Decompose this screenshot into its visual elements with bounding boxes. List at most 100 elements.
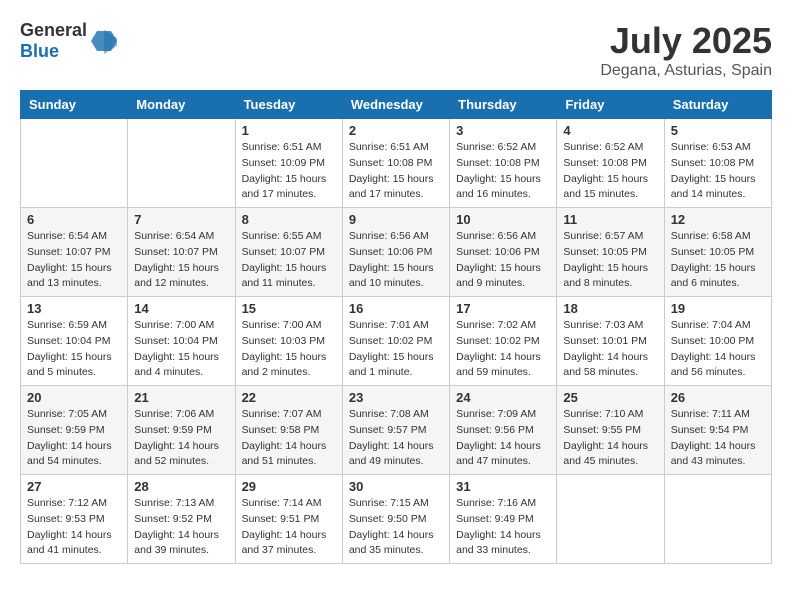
day-number: 11 xyxy=(563,212,657,227)
calendar-cell: 26Sunrise: 7:11 AM Sunset: 9:54 PM Dayli… xyxy=(664,386,771,475)
day-info: Sunrise: 6:51 AM Sunset: 10:08 PM Daylig… xyxy=(349,140,443,203)
day-number: 24 xyxy=(456,390,550,405)
day-number: 3 xyxy=(456,123,550,138)
day-number: 7 xyxy=(134,212,228,227)
day-number: 23 xyxy=(349,390,443,405)
day-number: 2 xyxy=(349,123,443,138)
page-header: General Blue July 2025 Degana, Asturias,… xyxy=(20,20,772,80)
day-number: 14 xyxy=(134,301,228,316)
day-info: Sunrise: 7:15 AM Sunset: 9:50 PM Dayligh… xyxy=(349,496,443,559)
calendar-cell: 6 Sunrise: 6:54 AM Sunset: 10:07 PM Dayli… xyxy=(21,208,128,297)
day-number: 30 xyxy=(349,479,443,494)
location-title: Degana, Asturias, Spain xyxy=(600,62,772,80)
day-info: Sunrise: 7:01 AM Sunset: 10:02 PM Daylig… xyxy=(349,318,443,381)
day-number: 29 xyxy=(242,479,336,494)
calendar-cell: 15Sunrise: 7:00 AM Sunset: 10:03 PM Dayl… xyxy=(235,297,342,386)
calendar-cell xyxy=(128,119,235,208)
calendar-cell xyxy=(664,475,771,564)
calendar-cell xyxy=(21,119,128,208)
day-info: Sunrise: 6:54 AM Sunset: 10:07 PM Daylig… xyxy=(27,229,121,292)
calendar-week-row: 27Sunrise: 7:12 AM Sunset: 9:53 PM Dayli… xyxy=(21,475,772,564)
calendar-cell: 1Sunrise: 6:51 AM Sunset: 10:09 PM Dayli… xyxy=(235,119,342,208)
calendar-week-row: 20Sunrise: 7:05 AM Sunset: 9:59 PM Dayli… xyxy=(21,386,772,475)
day-info: Sunrise: 7:10 AM Sunset: 9:55 PM Dayligh… xyxy=(563,407,657,470)
calendar-cell: 10 Sunrise: 6:56 AM Sunset: 10:06 PM Dayl… xyxy=(450,208,557,297)
calendar-cell xyxy=(557,475,664,564)
calendar-cell: 8Sunrise: 6:55 AM Sunset: 10:07 PM Dayli… xyxy=(235,208,342,297)
calendar-cell: 22 Sunrise: 7:07 AM Sunset: 9:58 PM Dayli… xyxy=(235,386,342,475)
day-number: 22 xyxy=(242,390,336,405)
calendar-cell: 19Sunrise: 7:04 AM Sunset: 10:00 PM Dayl… xyxy=(664,297,771,386)
calendar-cell: 17 Sunrise: 7:02 AM Sunset: 10:02 PM Dayl… xyxy=(450,297,557,386)
day-info: Sunrise: 7:07 AM Sunset: 9:58 PM Dayligh… xyxy=(242,407,336,470)
calendar-cell: 30 Sunrise: 7:15 AM Sunset: 9:50 PM Dayli… xyxy=(342,475,449,564)
month-title: July 2025 xyxy=(600,20,772,62)
day-info: Sunrise: 6:52 AM Sunset: 10:08 PM Daylig… xyxy=(456,140,550,203)
day-number: 17 xyxy=(456,301,550,316)
calendar-cell: 3 Sunrise: 6:52 AM Sunset: 10:08 PM Dayli… xyxy=(450,119,557,208)
day-info: Sunrise: 6:52 AM Sunset: 10:08 PM Daylig… xyxy=(563,140,657,203)
day-info: Sunrise: 7:06 AM Sunset: 9:59 PM Dayligh… xyxy=(134,407,228,470)
calendar-cell: 31 Sunrise: 7:16 AM Sunset: 9:49 PM Dayli… xyxy=(450,475,557,564)
day-number: 12 xyxy=(671,212,765,227)
title-area: July 2025 Degana, Asturias, Spain xyxy=(600,20,772,80)
calendar-cell: 27Sunrise: 7:12 AM Sunset: 9:53 PM Dayli… xyxy=(21,475,128,564)
day-info: Sunrise: 7:14 AM Sunset: 9:51 PM Dayligh… xyxy=(242,496,336,559)
calendar-cell: 25Sunrise: 7:10 AM Sunset: 9:55 PM Dayli… xyxy=(557,386,664,475)
calendar-cell: 24 Sunrise: 7:09 AM Sunset: 9:56 PM Dayli… xyxy=(450,386,557,475)
day-info: Sunrise: 7:08 AM Sunset: 9:57 PM Dayligh… xyxy=(349,407,443,470)
weekday-header: Saturday xyxy=(664,91,771,119)
day-info: Sunrise: 7:16 AM Sunset: 9:49 PM Dayligh… xyxy=(456,496,550,559)
day-number: 28 xyxy=(134,479,228,494)
weekday-header: Monday xyxy=(128,91,235,119)
day-info: Sunrise: 7:09 AM Sunset: 9:56 PM Dayligh… xyxy=(456,407,550,470)
day-number: 31 xyxy=(456,479,550,494)
day-number: 13 xyxy=(27,301,121,316)
day-info: Sunrise: 7:03 AM Sunset: 10:01 PM Daylig… xyxy=(563,318,657,381)
day-number: 18 xyxy=(563,301,657,316)
calendar-cell: 14 Sunrise: 7:00 AM Sunset: 10:04 PM Dayl… xyxy=(128,297,235,386)
calendar-week-row: 13 Sunrise: 6:59 AM Sunset: 10:04 PM Dayl… xyxy=(21,297,772,386)
calendar-cell: 11 Sunrise: 6:57 AM Sunset: 10:05 PM Dayl… xyxy=(557,208,664,297)
day-info: Sunrise: 7:05 AM Sunset: 9:59 PM Dayligh… xyxy=(27,407,121,470)
day-number: 6 xyxy=(27,212,121,227)
calendar-cell: 4 Sunrise: 6:52 AM Sunset: 10:08 PM Dayli… xyxy=(557,119,664,208)
calendar-week-row: 6 Sunrise: 6:54 AM Sunset: 10:07 PM Dayli… xyxy=(21,208,772,297)
day-number: 8 xyxy=(242,212,336,227)
calendar-week-row: 1Sunrise: 6:51 AM Sunset: 10:09 PM Dayli… xyxy=(21,119,772,208)
day-number: 21 xyxy=(134,390,228,405)
weekday-header: Wednesday xyxy=(342,91,449,119)
weekday-header: Friday xyxy=(557,91,664,119)
day-info: Sunrise: 6:53 AM Sunset: 10:08 PM Daylig… xyxy=(671,140,765,203)
day-number: 26 xyxy=(671,390,765,405)
calendar-cell: 20Sunrise: 7:05 AM Sunset: 9:59 PM Dayli… xyxy=(21,386,128,475)
calendar-cell: 9Sunrise: 6:56 AM Sunset: 10:06 PM Dayli… xyxy=(342,208,449,297)
day-number: 4 xyxy=(563,123,657,138)
calendar-cell: 16Sunrise: 7:01 AM Sunset: 10:02 PM Dayl… xyxy=(342,297,449,386)
day-info: Sunrise: 6:58 AM Sunset: 10:05 PM Daylig… xyxy=(671,229,765,292)
logo-blue: Blue xyxy=(20,41,59,61)
day-number: 10 xyxy=(456,212,550,227)
day-number: 5 xyxy=(671,123,765,138)
logo-icon xyxy=(89,26,119,56)
calendar-cell: 13 Sunrise: 6:59 AM Sunset: 10:04 PM Dayl… xyxy=(21,297,128,386)
calendar-cell: 29 Sunrise: 7:14 AM Sunset: 9:51 PM Dayli… xyxy=(235,475,342,564)
day-info: Sunrise: 6:56 AM Sunset: 10:06 PM Daylig… xyxy=(456,229,550,292)
calendar-header-row: SundayMondayTuesdayWednesdayThursdayFrid… xyxy=(21,91,772,119)
day-number: 15 xyxy=(242,301,336,316)
calendar-table: SundayMondayTuesdayWednesdayThursdayFrid… xyxy=(20,90,772,564)
day-info: Sunrise: 7:00 AM Sunset: 10:04 PM Daylig… xyxy=(134,318,228,381)
day-number: 19 xyxy=(671,301,765,316)
calendar-cell: 12 Sunrise: 6:58 AM Sunset: 10:05 PM Dayl… xyxy=(664,208,771,297)
calendar-cell: 2 Sunrise: 6:51 AM Sunset: 10:08 PM Dayli… xyxy=(342,119,449,208)
weekday-header: Thursday xyxy=(450,91,557,119)
day-info: Sunrise: 6:59 AM Sunset: 10:04 PM Daylig… xyxy=(27,318,121,381)
weekday-header: Sunday xyxy=(21,91,128,119)
day-info: Sunrise: 6:57 AM Sunset: 10:05 PM Daylig… xyxy=(563,229,657,292)
calendar-cell: 23 Sunrise: 7:08 AM Sunset: 9:57 PM Dayli… xyxy=(342,386,449,475)
logo-text: General Blue xyxy=(20,20,87,62)
calendar-cell: 5 Sunrise: 6:53 AM Sunset: 10:08 PM Dayli… xyxy=(664,119,771,208)
logo-general: General xyxy=(20,20,87,40)
day-info: Sunrise: 7:02 AM Sunset: 10:02 PM Daylig… xyxy=(456,318,550,381)
calendar-cell: 18 Sunrise: 7:03 AM Sunset: 10:01 PM Dayl… xyxy=(557,297,664,386)
